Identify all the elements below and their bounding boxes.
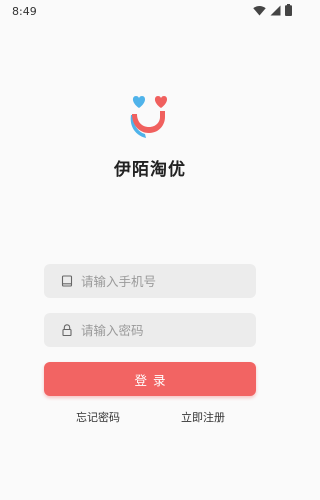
status-icons <box>253 4 292 16</box>
logo-heart-right <box>154 96 168 108</box>
phone-field[interactable] <box>44 264 256 298</box>
register-link[interactable]: 立即注册 <box>181 409 225 425</box>
login-button[interactable]: 登录 <box>44 362 256 396</box>
status-bar: 8:49 <box>0 0 300 24</box>
password-field[interactable] <box>44 313 256 347</box>
logo-heart-left <box>132 96 146 108</box>
password-input[interactable] <box>81 313 246 347</box>
lock-icon <box>62 324 72 337</box>
wifi-icon <box>253 5 266 15</box>
phone-input[interactable] <box>81 264 246 298</box>
battery-icon <box>285 4 292 16</box>
phone-icon <box>61 275 73 287</box>
cellular-signal-icon <box>270 5 281 15</box>
status-time: 8:49 <box>12 5 37 18</box>
app-logo <box>130 96 168 138</box>
forgot-password-link[interactable]: 忘记密码 <box>76 409 120 425</box>
app-name: 伊陌淘优 <box>114 160 186 180</box>
